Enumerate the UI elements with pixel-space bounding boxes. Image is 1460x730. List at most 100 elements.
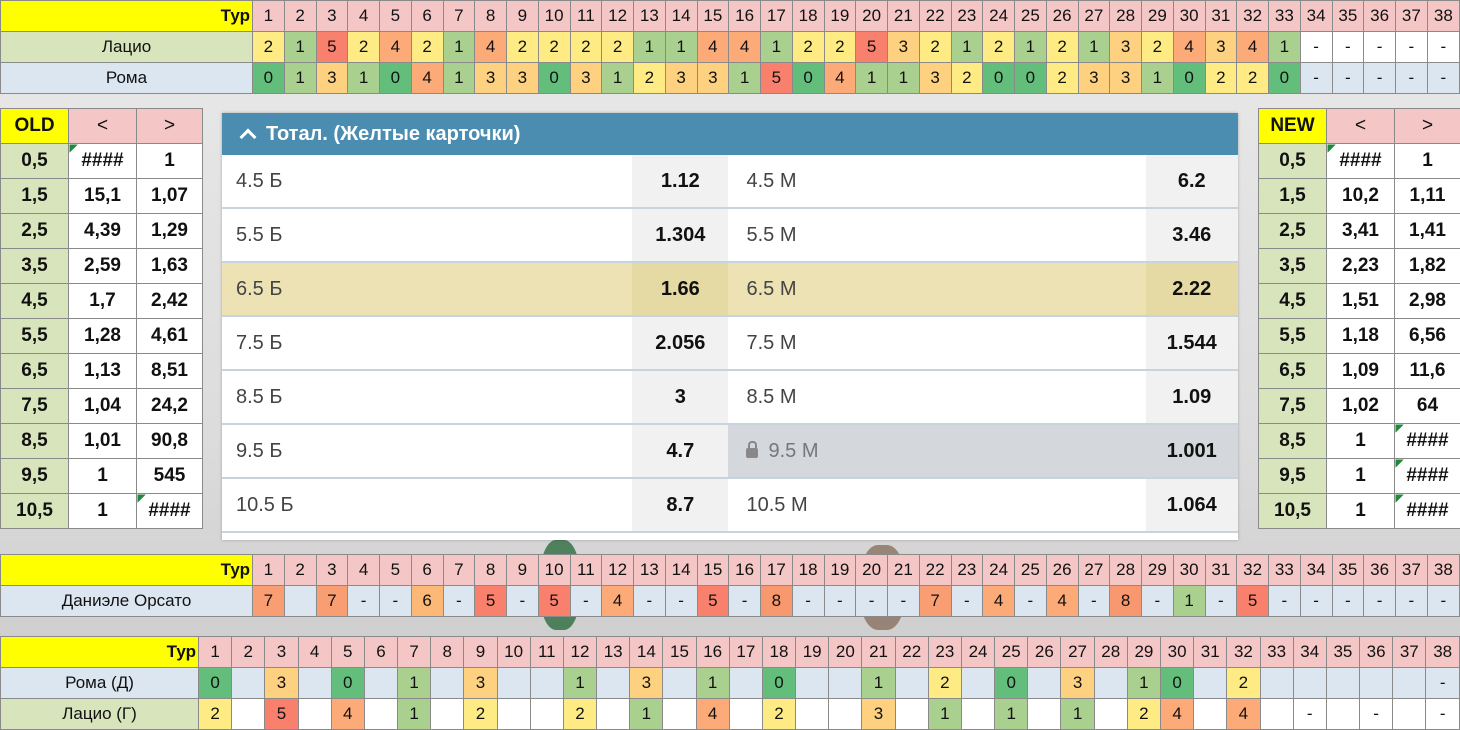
team-label: Лацио	[0, 31, 253, 63]
over-odds: 8,51	[136, 353, 203, 389]
under-odds: 1	[1326, 493, 1395, 529]
over-odds: 545	[136, 458, 203, 494]
team-label: Даниэле Орсато	[0, 585, 253, 617]
round-value: 5	[855, 31, 888, 63]
round-value	[1359, 667, 1394, 699]
team-row: Лацио (Г) 2 5 4 1 2 2 1 4 2 3 1 1 1 2 4 4- - -	[0, 698, 1460, 730]
over-odds: 1,07	[136, 178, 203, 214]
round-value: 7	[252, 585, 285, 617]
round-value: 3	[1109, 62, 1142, 94]
over-odds-button[interactable]: 1.304	[632, 209, 729, 261]
over-odds-button[interactable]: 3	[632, 371, 729, 423]
odds-row: 3,5 2,23 1,82	[1258, 248, 1460, 284]
round-value: 2	[506, 31, 539, 63]
over-odds-button[interactable]: 8.7	[632, 479, 729, 531]
total-line: 7,5	[0, 388, 69, 424]
round-value: 3	[1060, 667, 1095, 699]
round-number: 37	[1395, 0, 1428, 32]
total-line: 10,5	[0, 493, 69, 529]
round-value: -	[1395, 31, 1428, 63]
round-number: 4	[297, 636, 332, 668]
over-odds-button[interactable]: 4.7	[632, 425, 729, 477]
under-odds-button[interactable]: 1.09	[1145, 371, 1238, 423]
round-value: 2	[347, 31, 380, 63]
round-number: 11	[569, 554, 603, 586]
round-value	[1392, 698, 1427, 730]
round-value: 0	[1172, 62, 1206, 94]
market-row: 10.5 Б 8.7 10.5 М 1.064	[222, 479, 1238, 533]
round-number: 23	[927, 636, 962, 668]
over-odds-button[interactable]: 1.12	[632, 155, 729, 207]
round-value: 0	[1159, 667, 1195, 699]
under-odds: 15,1	[68, 178, 137, 214]
over-label: 5.5 Б	[236, 223, 283, 246]
over-odds: 1,82	[1394, 248, 1460, 284]
round-number: 3	[264, 636, 299, 668]
round-value: -	[1299, 31, 1333, 63]
round-value: 3	[1077, 62, 1111, 94]
round-value	[1292, 667, 1327, 699]
round-value: -	[569, 585, 603, 617]
home-away-table: Тур 1 2 3 4 5 6 7 8 9 10 11 12 13 14 15 16 17 18 19 20 21 22 23…	[0, 636, 1460, 730]
round-value: -	[1426, 62, 1460, 94]
round-number: 28	[1109, 554, 1142, 586]
round-number: 21	[861, 636, 896, 668]
under-odds-button[interactable]: 6.2	[1145, 155, 1238, 207]
chevron-up-icon[interactable]	[239, 128, 257, 146]
round-value: 0	[1014, 62, 1047, 94]
round-value: 3	[315, 62, 349, 94]
total-yellow-cards-panel: Тотал. (Желтые карточки) 4.5 Б 1.12 4.5 М 6…	[222, 113, 1238, 540]
round-value	[1027, 698, 1062, 730]
round-number: 24	[960, 636, 996, 668]
under-odds: 2,59	[68, 248, 137, 284]
over-odds: 11,6	[1394, 353, 1460, 389]
under-odds: 10,2	[1326, 178, 1395, 214]
under-odds: 2,23	[1326, 248, 1395, 284]
odds-row: 0,5 #### 1	[1258, 143, 1460, 179]
under-odds-button[interactable]: 2.22	[1145, 263, 1238, 315]
round-header-label: Тур	[0, 0, 253, 32]
round-number: 23	[950, 554, 984, 586]
round-value: 4	[410, 62, 444, 94]
round-value: 5	[474, 585, 507, 617]
under-odds: ####	[1326, 143, 1395, 179]
round-number: 30	[1172, 0, 1206, 32]
under-label: 10.5 М	[746, 493, 808, 516]
round-value: 1	[1141, 62, 1174, 94]
panel-header[interactable]: Тотал. (Желтые карточки)	[222, 113, 1238, 155]
round-number: 17	[760, 0, 793, 32]
round-value: 2	[982, 31, 1015, 63]
over-odds-button[interactable]: 1.66	[632, 263, 729, 315]
round-value: -	[1331, 31, 1365, 63]
round-number: 7	[442, 0, 476, 32]
under-odds: 1,7	[68, 283, 137, 319]
round-number: 26	[1045, 0, 1079, 32]
round-value: -	[1363, 31, 1396, 63]
under-odds-button[interactable]: 1.064	[1145, 479, 1238, 531]
round-value	[1193, 698, 1228, 730]
under-odds-button[interactable]: 1.544	[1145, 317, 1238, 369]
round-value	[363, 698, 399, 730]
over-odds: 64	[1394, 388, 1460, 424]
round-value: 3	[918, 62, 952, 94]
round-value: -	[1331, 585, 1365, 617]
round-value: -	[1359, 698, 1394, 730]
under-odds-button[interactable]: 3.46	[1145, 209, 1238, 261]
round-number: 37	[1392, 636, 1427, 668]
round-number: 13	[596, 636, 631, 668]
round-value: -	[1299, 585, 1333, 617]
odds-row: 2,5 3,41 1,41	[1258, 213, 1460, 249]
total-line: 2,5	[1258, 213, 1327, 249]
round-value: 1	[855, 62, 888, 94]
market-row: 9.5 Б 4.7 9.5 М 1.001	[222, 425, 1238, 479]
side-header-row: NEW < >	[1258, 108, 1460, 144]
round-value: 0	[791, 62, 825, 94]
round-number: 9	[506, 554, 539, 586]
less-than-header: <	[1326, 108, 1395, 144]
round-value: 2	[252, 31, 285, 63]
round-value: 3	[1109, 31, 1142, 63]
round-number: 29	[1126, 636, 1161, 668]
over-odds-button[interactable]: 2.056	[632, 317, 729, 369]
round-number: 36	[1359, 636, 1394, 668]
team-label: Лацио (Г)	[0, 698, 199, 730]
